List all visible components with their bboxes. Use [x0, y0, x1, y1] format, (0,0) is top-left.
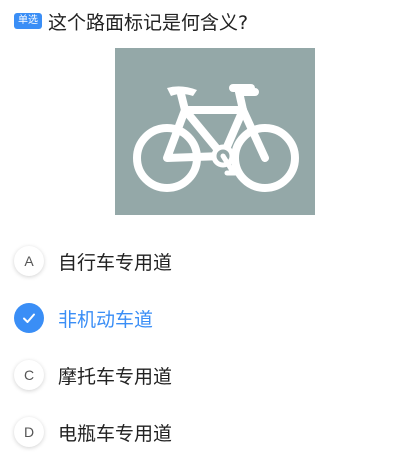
option-c-label[interactable]: 摩托车专用道 — [58, 362, 172, 389]
option-c-marker[interactable]: C — [14, 360, 44, 390]
question-text: 这个路面标记是何含义? — [48, 11, 249, 34]
question-header: 单选 这个路面标记是何含义? — [14, 8, 391, 34]
question-type-badge: 单选 — [14, 13, 42, 29]
bicycle-icon — [133, 84, 299, 192]
option-d-marker[interactable]: D — [14, 417, 44, 447]
option-b-label[interactable]: 非机动车道 — [58, 305, 153, 332]
option-a[interactable]: A 自行车专用道 — [14, 243, 384, 279]
checkmark-icon — [23, 313, 35, 323]
option-c[interactable]: C 摩托车专用道 — [14, 357, 384, 393]
option-b-marker[interactable] — [14, 303, 44, 333]
answer-options: A 自行车专用道 非机动车道 C 摩托车专用道 D 电瓶车专用道 — [14, 243, 384, 471]
option-d-label[interactable]: 电瓶车专用道 — [58, 419, 172, 446]
option-b[interactable]: 非机动车道 — [14, 300, 384, 336]
option-a-marker[interactable]: A — [14, 246, 44, 276]
option-d[interactable]: D 电瓶车专用道 — [14, 414, 384, 450]
option-a-label[interactable]: 自行车专用道 — [58, 248, 172, 275]
road-marking-image — [115, 48, 315, 215]
